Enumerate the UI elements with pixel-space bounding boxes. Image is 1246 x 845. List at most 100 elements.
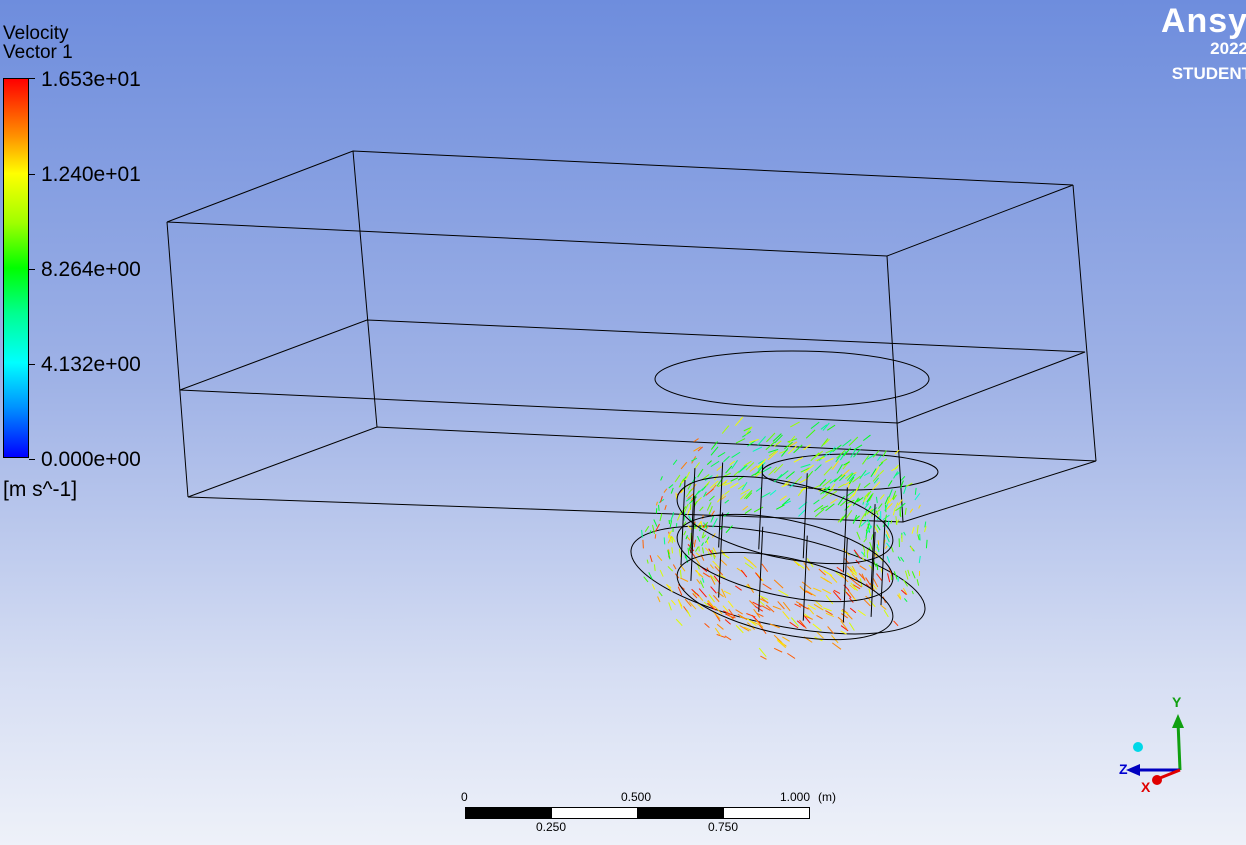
velocity-vector bbox=[782, 611, 790, 620]
velocity-vector bbox=[701, 547, 705, 554]
velocity-vector bbox=[735, 438, 746, 444]
velocity-vector bbox=[795, 561, 805, 569]
velocity-vector bbox=[644, 525, 650, 532]
velocity-vector bbox=[886, 556, 891, 563]
legend-tick bbox=[29, 174, 35, 175]
velocity-vector bbox=[814, 450, 824, 458]
velocity-vector bbox=[731, 451, 741, 459]
velocity-vector bbox=[755, 487, 762, 492]
velocity-vector bbox=[877, 503, 883, 509]
velocity-vector bbox=[877, 455, 882, 461]
velocity-vector bbox=[918, 555, 921, 564]
velocity-vector bbox=[888, 488, 893, 498]
velocity-vector bbox=[821, 492, 830, 500]
velocity-vector bbox=[803, 562, 810, 571]
velocity-vector bbox=[667, 566, 674, 572]
velocity-vector bbox=[670, 487, 674, 494]
y-axis-arrow bbox=[1176, 721, 1182, 771]
velocity-vector bbox=[695, 546, 699, 552]
velocity-vector bbox=[705, 488, 714, 496]
lower-ellipse bbox=[761, 453, 939, 491]
velocity-vector bbox=[868, 588, 872, 597]
velocity-vector bbox=[670, 599, 676, 606]
legend-tick bbox=[29, 78, 35, 79]
velocity-vector bbox=[891, 466, 899, 472]
axis-triad[interactable] bbox=[1110, 690, 1200, 800]
velocity-vector bbox=[708, 548, 713, 554]
velocity-vector bbox=[782, 601, 791, 612]
velocity-vector bbox=[643, 576, 649, 583]
velocity-vector bbox=[848, 622, 855, 631]
velocity-vector bbox=[904, 570, 909, 580]
velocity-vector bbox=[725, 465, 733, 474]
velocity-vector bbox=[723, 455, 730, 463]
velocity-vector bbox=[848, 597, 854, 603]
scale-label: 0.750 bbox=[708, 820, 739, 834]
velocity-vector bbox=[872, 481, 881, 490]
velocity-vector bbox=[813, 499, 820, 505]
velocity-vector bbox=[711, 510, 715, 516]
velocity-vector bbox=[646, 559, 649, 564]
velocity-vector bbox=[782, 636, 790, 642]
velocity-vector bbox=[903, 531, 906, 536]
velocity-vector bbox=[836, 464, 843, 474]
scale-bar-segment bbox=[723, 807, 810, 819]
velocity-vector bbox=[654, 534, 657, 539]
velocity-vector bbox=[857, 609, 866, 617]
velocity-vector bbox=[853, 549, 861, 559]
velocity-vector bbox=[655, 501, 658, 506]
velocity-vector bbox=[916, 579, 920, 586]
velocity-vector bbox=[727, 600, 734, 608]
velocity-vector bbox=[753, 506, 764, 513]
velocity-vector bbox=[706, 460, 712, 465]
velocity-vector bbox=[777, 640, 787, 649]
scale-label: 0.250 bbox=[536, 820, 567, 834]
velocity-vector bbox=[687, 507, 691, 515]
velocity-vector bbox=[836, 566, 843, 572]
velocity-vector bbox=[865, 529, 868, 539]
velocity-vector bbox=[735, 609, 743, 615]
velocity-vector bbox=[899, 510, 902, 518]
logo-edition: STUDENT bbox=[1171, 64, 1246, 83]
velocity-vector bbox=[776, 639, 785, 646]
velocity-vector bbox=[687, 547, 690, 556]
velocity-vector bbox=[911, 571, 916, 579]
velocity-vector bbox=[904, 507, 907, 515]
velocity-vector bbox=[821, 588, 832, 595]
velocity-vector bbox=[856, 531, 861, 540]
velocity-vector bbox=[708, 495, 715, 502]
velocity-vector bbox=[691, 588, 700, 597]
velocity-vector bbox=[652, 524, 655, 534]
velocity-vector bbox=[823, 607, 832, 612]
velocity-vector bbox=[769, 489, 777, 496]
velocity-vector bbox=[918, 504, 921, 509]
cage-ring bbox=[676, 513, 894, 603]
velocity-vector bbox=[674, 474, 681, 483]
velocity-vector bbox=[862, 455, 870, 465]
velocity-vector bbox=[893, 620, 899, 627]
velocity-vector bbox=[838, 483, 845, 489]
scale-label: 1.000 bbox=[780, 790, 811, 804]
velocity-vector bbox=[812, 623, 822, 632]
velocity-vector bbox=[863, 496, 868, 503]
velocity-vector bbox=[773, 634, 783, 644]
velocity-vector bbox=[680, 461, 688, 470]
velocity-vector bbox=[779, 495, 787, 502]
velocity-vector bbox=[761, 466, 772, 473]
legend-tick bbox=[29, 269, 35, 270]
velocity-vector bbox=[825, 594, 834, 605]
velocity-vector bbox=[831, 460, 840, 470]
velocity-vector bbox=[849, 607, 857, 614]
velocity-vector bbox=[660, 476, 663, 481]
logo-brand: Ansys bbox=[1160, 2, 1246, 40]
velocity-vector bbox=[657, 555, 663, 562]
velocity-vector bbox=[857, 483, 861, 491]
velocity-vector bbox=[900, 502, 906, 509]
velocity-vector bbox=[900, 475, 906, 481]
x-axis-arrowhead bbox=[1152, 775, 1162, 785]
velocity-vector bbox=[675, 492, 678, 500]
velocity-vector bbox=[693, 539, 697, 548]
viewport-3d[interactable] bbox=[0, 0, 1246, 845]
velocity-vector bbox=[724, 619, 731, 625]
velocity-vector bbox=[879, 494, 885, 500]
